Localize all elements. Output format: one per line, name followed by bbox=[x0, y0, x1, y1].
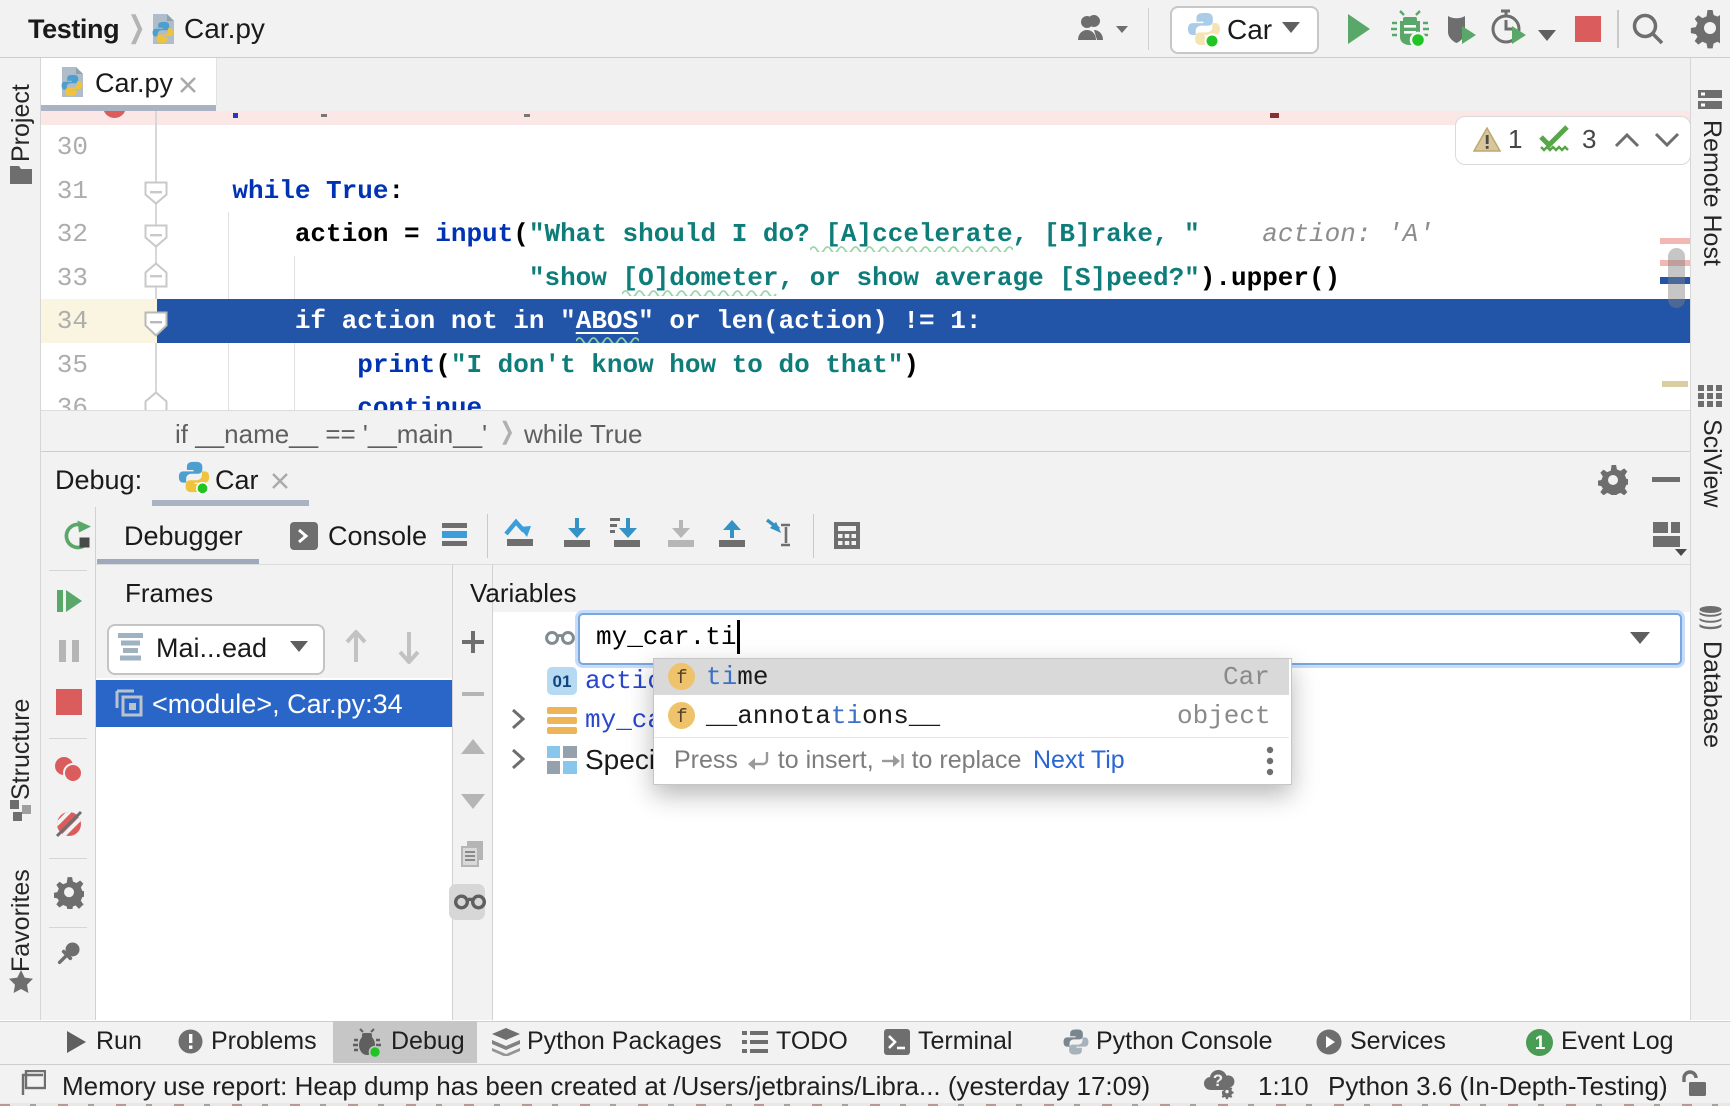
svg-text:f: f bbox=[676, 667, 687, 689]
svg-text:f: f bbox=[676, 706, 687, 728]
svg-text:01: 01 bbox=[553, 672, 572, 691]
svg-text:1: 1 bbox=[1535, 1033, 1546, 1054]
svg-text:?: ? bbox=[1213, 1071, 1223, 1090]
